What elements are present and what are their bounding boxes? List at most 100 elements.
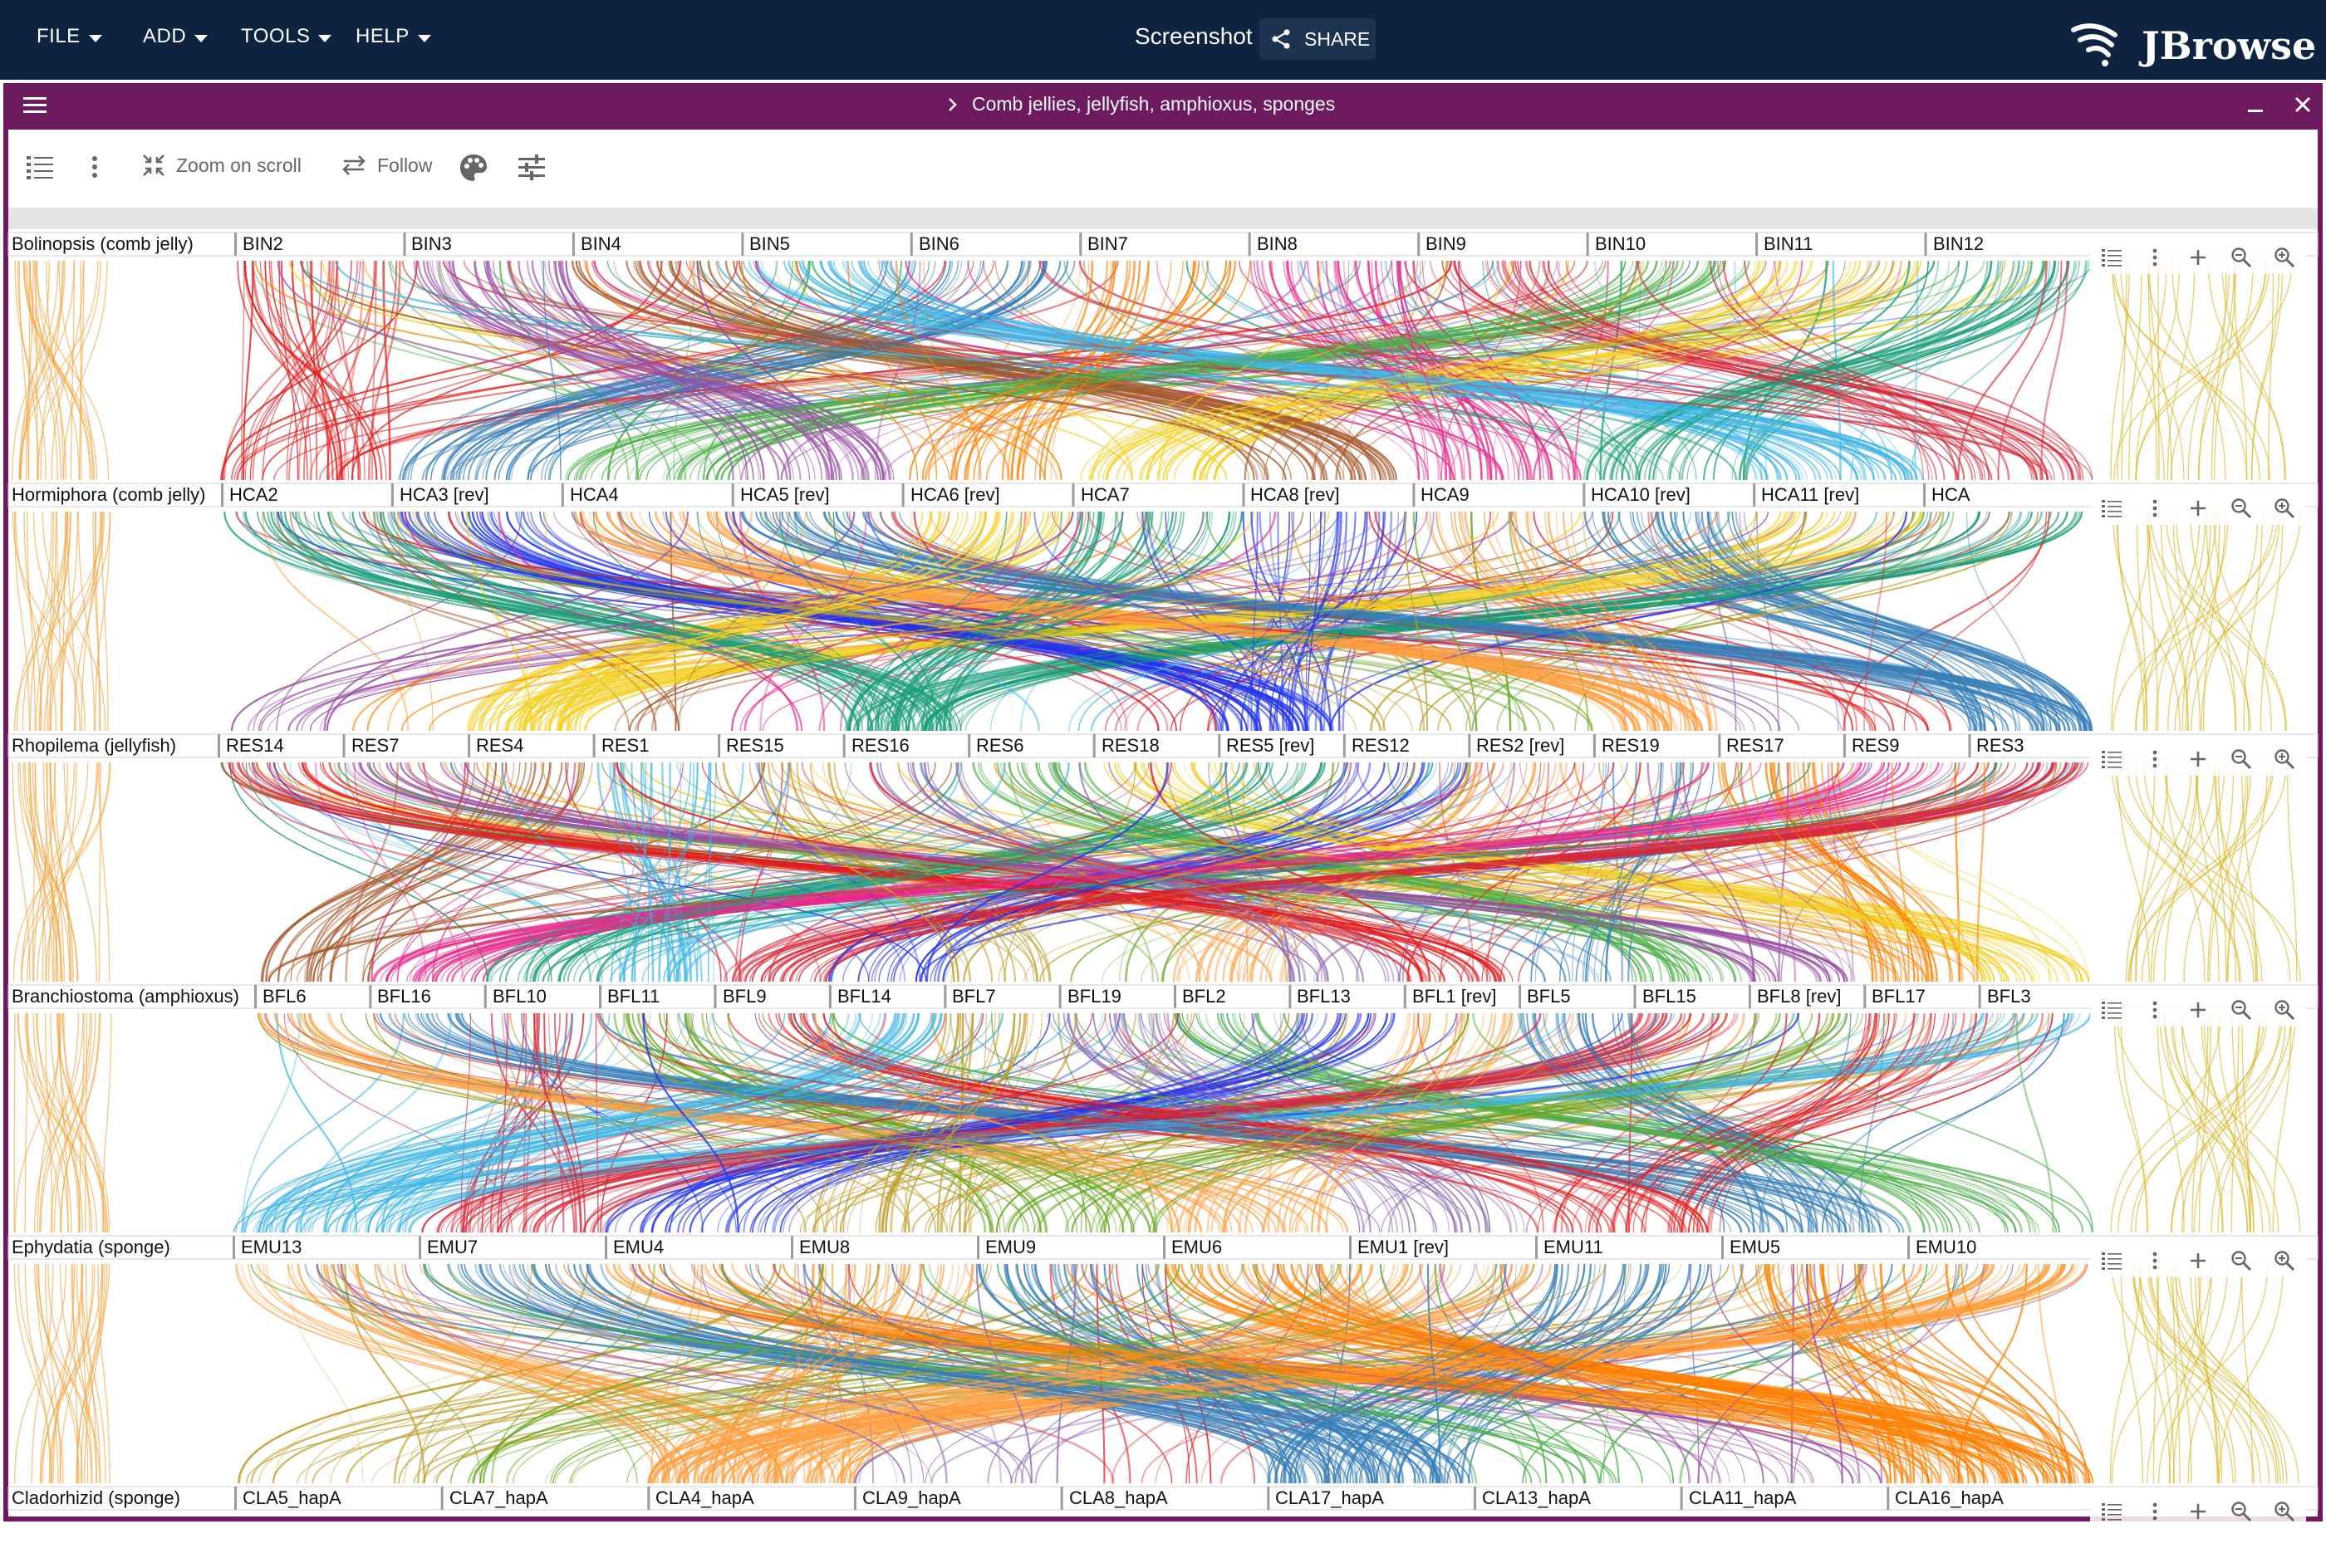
chromosome-label[interactable]: HCA8 [rev]: [1247, 484, 1340, 506]
chromosome-label[interactable]: BFL1 [rev]: [1409, 986, 1496, 1007]
chromosome-label[interactable]: BIN3: [408, 233, 452, 255]
plus-icon[interactable]: [2183, 1246, 2213, 1276]
list-icon[interactable]: [2097, 1246, 2127, 1276]
more-vert-icon[interactable]: [2140, 493, 2170, 523]
chromosome-label[interactable]: EMU11: [1540, 1237, 1603, 1258]
more-vert-icon[interactable]: [2140, 744, 2170, 774]
chromosome-label[interactable]: HCA4: [567, 484, 619, 506]
plus-icon[interactable]: [2183, 243, 2213, 272]
chromosome-label[interactable]: CLA4_hapA: [652, 1487, 754, 1509]
chromosome-label[interactable]: EMU8: [796, 1237, 850, 1258]
chromosome-label[interactable]: HCA6 [rev]: [907, 484, 1000, 506]
chromosome-label[interactable]: RES12: [1348, 735, 1410, 757]
chromosome-label[interactable]: RES7: [348, 735, 399, 757]
chromosome-label[interactable]: RES5 [rev]: [1223, 735, 1314, 757]
chromosome-label[interactable]: EMU7: [424, 1237, 478, 1258]
chromosome-label[interactable]: EMU5: [1726, 1237, 1780, 1258]
plus-icon[interactable]: [2183, 744, 2213, 774]
chromosome-label[interactable]: BFL3: [1984, 986, 2031, 1007]
zoom-in-icon[interactable]: [2270, 995, 2299, 1025]
zoom-in-icon[interactable]: [2270, 744, 2299, 774]
chromosome-label[interactable]: BIN8: [1254, 233, 1298, 255]
zoom-out-icon[interactable]: [2226, 995, 2256, 1025]
chromosome-label[interactable]: EMU1 [rev]: [1354, 1237, 1449, 1258]
chromosome-label[interactable]: BFL5: [1524, 986, 1571, 1007]
chromosome-label[interactable]: RES14: [223, 735, 284, 757]
list-icon[interactable]: [2097, 1497, 2127, 1526]
more-vert-icon[interactable]: [2140, 243, 2170, 272]
chromosome-label[interactable]: EMU9: [982, 1237, 1036, 1258]
chromosome-label[interactable]: CLA17_hapA: [1272, 1487, 1384, 1509]
list-icon[interactable]: [2097, 493, 2127, 523]
chromosome-label[interactable]: CLA9_hapA: [859, 1487, 961, 1509]
chromosome-label[interactable]: BFL6: [259, 986, 307, 1007]
track-row[interactable]: [7, 984, 2319, 1009]
chromosome-label[interactable]: RES3: [1973, 735, 2024, 757]
chromosome-label[interactable]: BFL17: [1868, 986, 1926, 1007]
zoom-in-icon[interactable]: [2270, 1246, 2299, 1276]
chromosome-label[interactable]: BFL7: [949, 986, 996, 1007]
zoom-in-icon[interactable]: [2270, 493, 2299, 523]
chromosome-label[interactable]: BFL14: [834, 986, 891, 1007]
chromosome-label[interactable]: RES2 [rev]: [1473, 735, 1564, 757]
chromosome-label[interactable]: BFL16: [374, 986, 431, 1007]
chromosome-label[interactable]: EMU4: [610, 1237, 664, 1258]
zoom-in-icon[interactable]: [2270, 1497, 2299, 1526]
plus-icon[interactable]: [2183, 995, 2213, 1025]
chromosome-label[interactable]: HCA9: [1417, 484, 1470, 506]
chromosome-label[interactable]: RES9: [1848, 735, 1899, 757]
chromosome-label[interactable]: BIN11: [1760, 233, 1813, 255]
chromosome-label[interactable]: BIN7: [1084, 233, 1128, 255]
chromosome-label[interactable]: BIN12: [1930, 233, 1984, 255]
chromosome-label[interactable]: BIN2: [239, 233, 283, 255]
zoom-out-icon[interactable]: [2226, 744, 2256, 774]
chromosome-label[interactable]: BFL2: [1179, 986, 1226, 1007]
chromosome-label[interactable]: BIN10: [1592, 233, 1646, 255]
chromosome-label[interactable]: BFL15: [1639, 986, 1696, 1007]
chromosome-label[interactable]: BIN4: [577, 233, 621, 255]
list-icon[interactable]: [2097, 744, 2127, 774]
chromosome-label[interactable]: EMU6: [1168, 1237, 1222, 1258]
zoom-out-icon[interactable]: [2226, 1497, 2256, 1526]
chromosome-label[interactable]: BFL13: [1293, 986, 1351, 1007]
chromosome-label[interactable]: CLA11_hapA: [1686, 1487, 1796, 1509]
more-vert-icon[interactable]: [2140, 1246, 2170, 1276]
chromosome-label[interactable]: BFL8 [rev]: [1754, 986, 1841, 1007]
zoom-out-icon[interactable]: [2226, 493, 2256, 523]
chromosome-label[interactable]: BFL19: [1064, 986, 1121, 1007]
zoom-out-icon[interactable]: [2226, 1246, 2256, 1276]
chromosome-label[interactable]: HCA7: [1077, 484, 1130, 506]
chromosome-label[interactable]: RES19: [1598, 735, 1660, 757]
chromosome-label[interactable]: RES6: [973, 735, 1023, 757]
chromosome-label[interactable]: EMU10: [1912, 1237, 1976, 1258]
chromosome-label[interactable]: HCA11 [rev]: [1758, 484, 1859, 506]
chromosome-label[interactable]: RES18: [1098, 735, 1160, 757]
list-icon[interactable]: [2097, 995, 2127, 1025]
zoom-in-icon[interactable]: [2270, 243, 2299, 272]
chromosome-label[interactable]: RES4: [473, 735, 523, 757]
chromosome-label[interactable]: CLA8_hapA: [1066, 1487, 1168, 1509]
track-row[interactable]: [7, 483, 2319, 507]
chromosome-label[interactable]: BIN9: [1422, 233, 1466, 255]
chromosome-label[interactable]: RES17: [1723, 735, 1784, 757]
chromosome-label[interactable]: HCA5 [rev]: [737, 484, 830, 506]
chromosome-label[interactable]: CLA7_hapA: [446, 1487, 548, 1509]
more-vert-icon[interactable]: [2140, 995, 2170, 1025]
zoom-out-icon[interactable]: [2226, 243, 2256, 272]
chromosome-label[interactable]: CLA5_hapA: [239, 1487, 341, 1509]
chromosome-label[interactable]: HCA: [1928, 484, 1970, 506]
chromosome-label[interactable]: HCA10 [rev]: [1587, 484, 1691, 506]
chromosome-label[interactable]: BFL11: [604, 986, 660, 1007]
list-icon[interactable]: [2097, 243, 2127, 272]
chromosome-label[interactable]: EMU13: [238, 1237, 302, 1258]
chromosome-label[interactable]: CLA13_hapA: [1479, 1487, 1591, 1509]
chromosome-label[interactable]: HCA2: [226, 484, 278, 506]
chromosome-label[interactable]: RES1: [598, 735, 649, 757]
chromosome-label[interactable]: RES15: [723, 735, 784, 757]
more-vert-icon[interactable]: [2140, 1497, 2170, 1526]
chromosome-label[interactable]: BFL10: [489, 986, 547, 1007]
plus-icon[interactable]: [2183, 493, 2213, 523]
chromosome-label[interactable]: RES16: [848, 735, 910, 757]
chromosome-label[interactable]: CLA16_hapA: [1892, 1487, 2004, 1509]
chromosome-label[interactable]: BFL9: [719, 986, 767, 1007]
